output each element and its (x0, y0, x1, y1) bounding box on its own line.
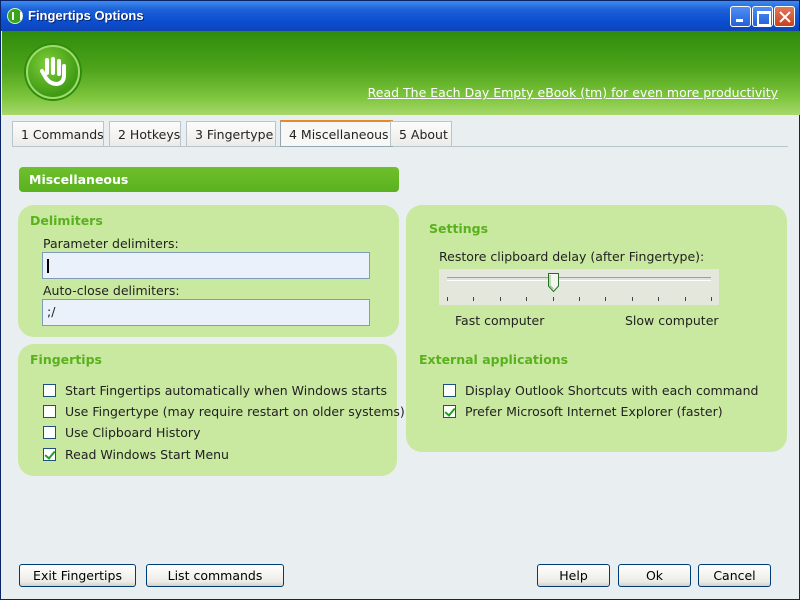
tab-miscellaneous[interactable]: 4 Miscellaneous (280, 120, 393, 147)
fingertips-app-icon (7, 8, 23, 24)
slider-tick (632, 297, 633, 301)
checkbox-box[interactable] (43, 448, 56, 461)
slider-tick (605, 297, 606, 301)
restore-delay-label: Restore clipboard delay (after Fingertyp… (439, 249, 705, 264)
slider-tick (711, 297, 712, 301)
slider-tick (685, 297, 686, 301)
start-automatically-checkbox[interactable]: Start Fingertips automatically when Wind… (43, 382, 387, 400)
help-button[interactable]: Help (537, 564, 610, 587)
checkbox-box[interactable] (43, 426, 56, 439)
use-fingertype-checkbox[interactable]: Use Fingertype (may require restart on o… (43, 403, 405, 421)
fast-computer-label: Fast computer (455, 313, 545, 328)
slider-track (447, 277, 711, 281)
tab-hotkeys[interactable]: 2 Hotkeys (109, 121, 181, 146)
close-button[interactable] (774, 6, 795, 27)
tab-commands[interactable]: 1 Commands (12, 121, 104, 146)
list-commands-button[interactable]: List commands (146, 564, 284, 587)
checkbox-box[interactable] (43, 384, 56, 397)
autoclose-delimiters-label: Auto-close delimiters: (43, 283, 180, 298)
checkbox-box[interactable] (443, 384, 456, 397)
tab-strip-line (12, 146, 788, 147)
checkbox-label: Read Windows Start Menu (65, 447, 229, 462)
checkbox-label: Prefer Microsoft Internet Explorer (fast… (465, 404, 723, 419)
slider-tick (473, 297, 474, 301)
slider-tick (500, 297, 501, 301)
ok-button[interactable]: Ok (618, 564, 691, 587)
checkbox-box[interactable] (443, 405, 456, 418)
maximize-button[interactable] (752, 6, 773, 27)
slider-tick (526, 297, 527, 301)
slider-tick (553, 297, 554, 301)
parameter-delimiters-label: Parameter delimiters: (43, 236, 179, 251)
prefer-ie-checkbox[interactable]: Prefer Microsoft Internet Explorer (fast… (443, 403, 723, 421)
title-bar[interactable]: Fingertips Options (1, 1, 799, 31)
checkbox-label: Use Fingertype (may require restart on o… (65, 404, 405, 419)
ebook-promo-link[interactable]: Read The Each Day Empty eBook (tm) for e… (368, 85, 778, 100)
checkbox-label: Display Outlook Shortcuts with each comm… (465, 383, 759, 398)
fingertips-title: Fingertips (30, 352, 102, 367)
header-banner: Read The Each Day Empty eBook (tm) for e… (2, 31, 800, 115)
section-header: Miscellaneous (19, 167, 399, 192)
minimize-button[interactable] (730, 6, 751, 27)
parameter-delimiters-input[interactable] (42, 252, 370, 279)
window-title: Fingertips Options (28, 8, 144, 23)
settings-title: Settings (429, 221, 489, 236)
cancel-button[interactable]: Cancel (698, 564, 771, 587)
checkbox-label: Start Fingertips automatically when Wind… (65, 383, 388, 398)
restore-delay-slider[interactable] (439, 269, 719, 305)
checkbox-label: Use Clipboard History (65, 425, 201, 440)
autoclose-delimiters-input[interactable]: ;/ (42, 299, 370, 326)
checkbox-box[interactable] (43, 405, 56, 418)
tab-fingertype[interactable]: 3 Fingertype (186, 121, 276, 146)
outlook-shortcuts-checkbox[interactable]: Display Outlook Shortcuts with each comm… (443, 382, 758, 400)
slow-computer-label: Slow computer (625, 313, 719, 328)
read-start-menu-checkbox[interactable]: Read Windows Start Menu (43, 446, 263, 464)
slider-tick (579, 297, 580, 301)
hand-logo-icon (26, 45, 80, 99)
external-applications-title: External applications (419, 352, 569, 367)
text-caret (47, 258, 49, 273)
tab-about[interactable]: 5 About (390, 121, 452, 146)
exit-fingertips-button[interactable]: Exit Fingertips (19, 564, 136, 587)
use-clipboard-history-checkbox[interactable]: Use Clipboard History (43, 424, 243, 442)
slider-tick (658, 297, 659, 301)
options-window: Fingertips Options Read The Each Day Emp… (0, 0, 800, 600)
slider-tick (447, 297, 448, 301)
slider-thumb[interactable] (547, 273, 559, 292)
delimiters-title: Delimiters (30, 213, 103, 228)
